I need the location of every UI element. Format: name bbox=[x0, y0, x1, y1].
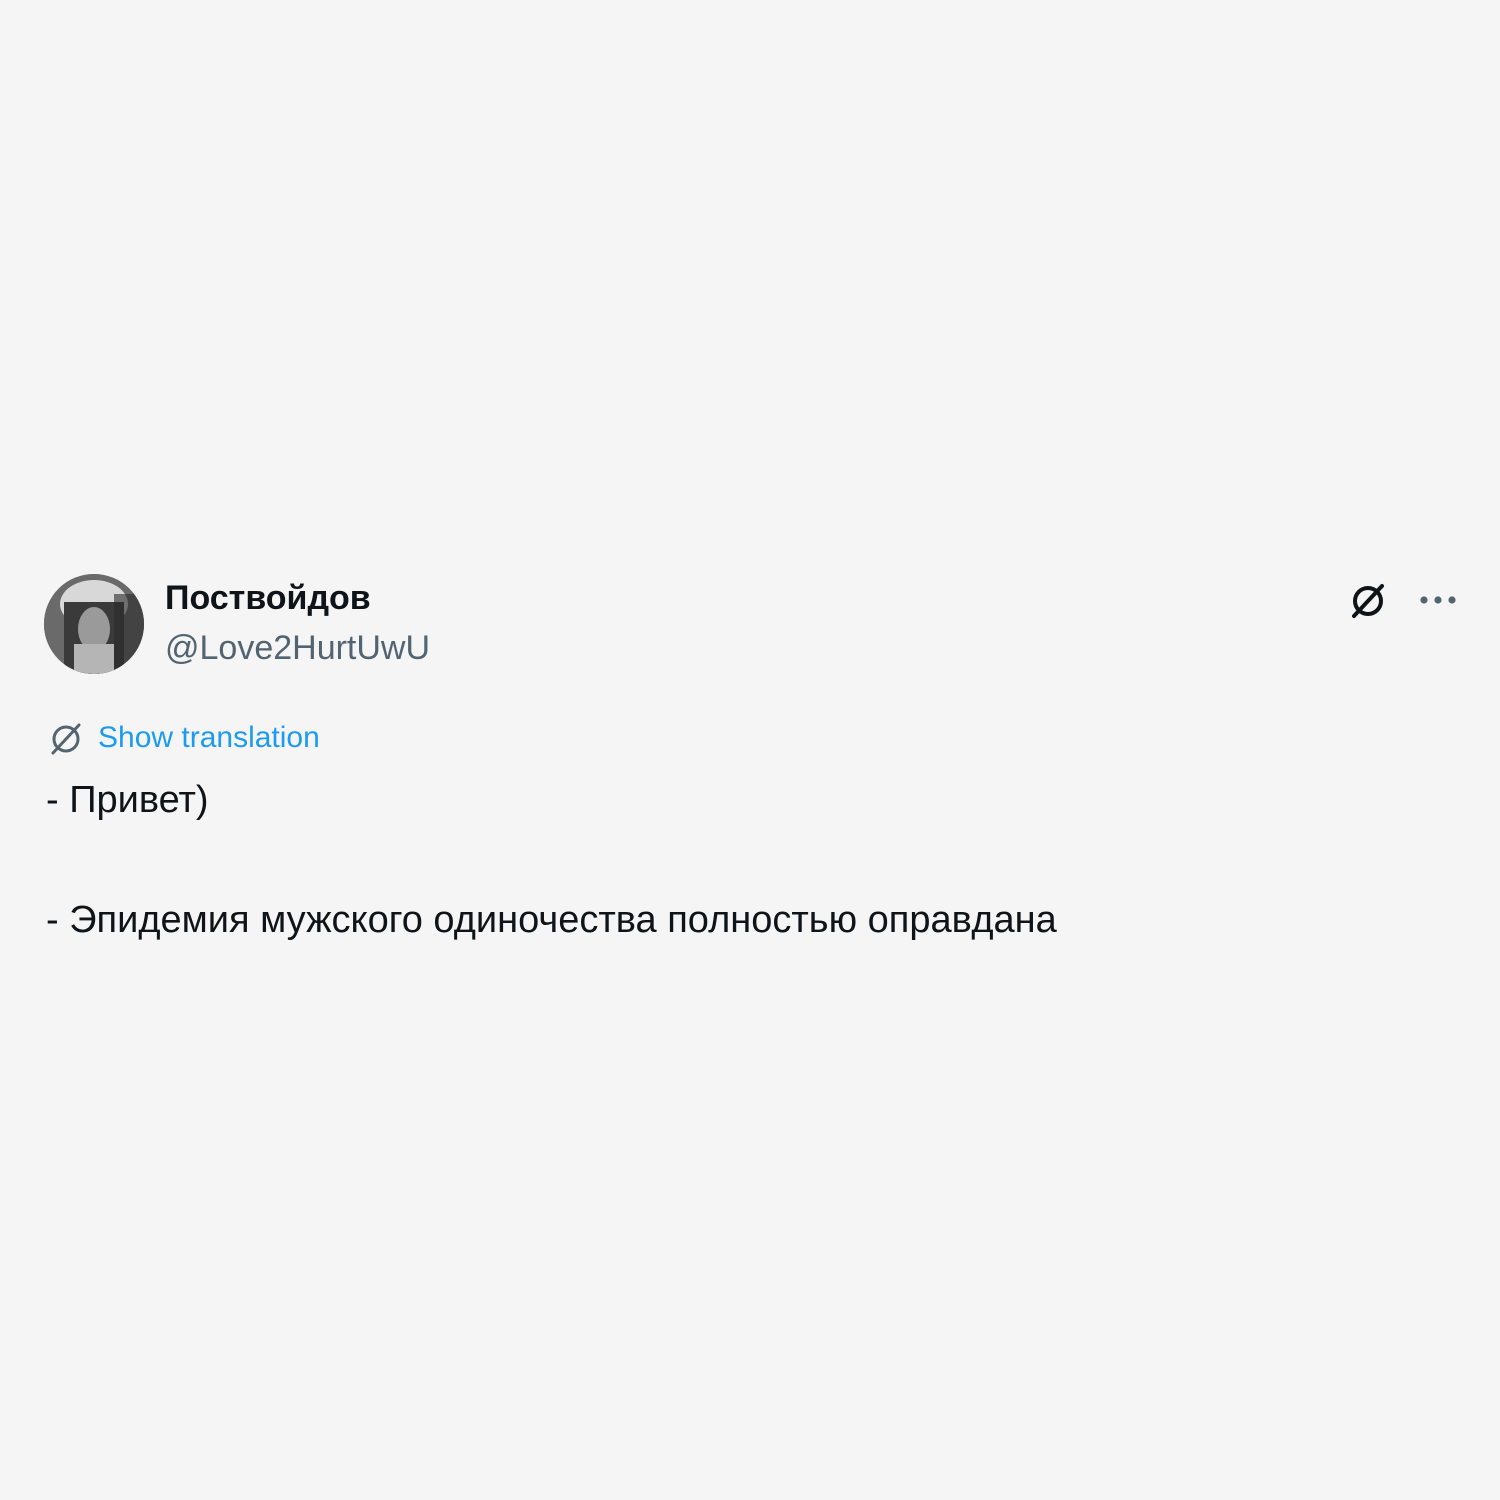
show-translation-label: Show translation bbox=[98, 721, 320, 754]
translate-icon bbox=[46, 718, 86, 758]
grok-button[interactable] bbox=[1342, 576, 1394, 624]
display-name[interactable]: Поствойдов bbox=[165, 578, 371, 618]
tweet-text-line: - Эпидемия мужского одиночества полность… bbox=[46, 899, 1057, 941]
grok-icon bbox=[1352, 584, 1384, 618]
more-options-button[interactable] bbox=[1412, 576, 1464, 624]
more-horizontal-icon bbox=[1420, 596, 1456, 604]
tweet-text: - Привет) - Эпидемия мужского одиночеств… bbox=[46, 776, 1446, 944]
user-handle[interactable]: @Love2HurtUwU bbox=[165, 628, 430, 668]
tweet: Поствойдов @Love2HurtUwU Show translatio… bbox=[0, 0, 1500, 1500]
show-translation-link[interactable]: Show translation bbox=[46, 716, 320, 760]
avatar-image bbox=[44, 574, 144, 674]
tweet-text-line: - Привет) bbox=[46, 779, 209, 821]
avatar[interactable] bbox=[44, 574, 144, 674]
